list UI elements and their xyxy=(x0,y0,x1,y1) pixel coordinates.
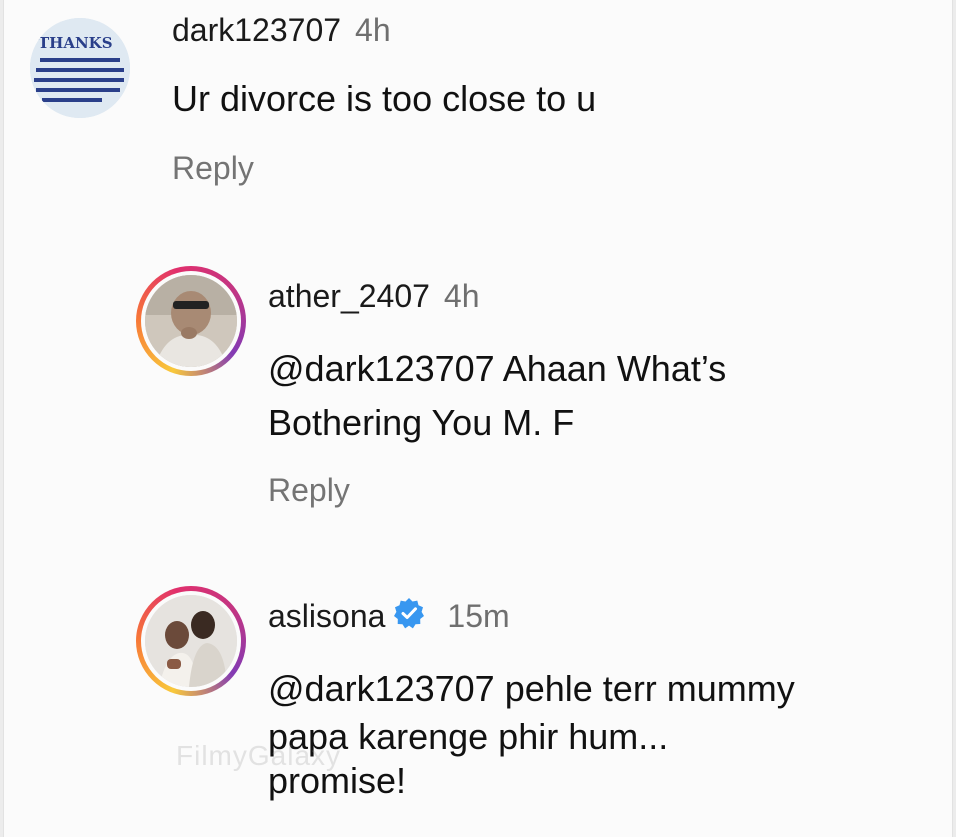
reply-button[interactable]: Reply xyxy=(172,150,254,187)
comment-text: @dark123707 Ahaan What’s Bothering You M… xyxy=(268,342,726,450)
profile-photo-couple-avatar xyxy=(145,595,237,687)
comment-text-line: Ur divorce is too close to u xyxy=(172,78,597,119)
username-text[interactable]: dark123707 xyxy=(172,12,341,48)
comments-panel: THANKS dark123707 4h Ur divorce is too cl… xyxy=(4,0,952,837)
comment-username[interactable]: ather_2407 4h xyxy=(268,278,480,315)
comment-time: 15m xyxy=(447,598,510,634)
couple-photo-icon xyxy=(145,595,237,687)
username-text[interactable]: aslisona xyxy=(268,598,385,634)
story-ring[interactable] xyxy=(136,266,246,376)
comment-time: 4h xyxy=(443,278,480,314)
comment-text: @dark123707 pehle terr mummy papa kareng… xyxy=(268,662,795,808)
comment-text-line: @dark123707 pehle terr mummy xyxy=(268,668,795,709)
username-text[interactable]: ather_2407 xyxy=(268,278,430,314)
comment-text: Ur divorce is too close to u xyxy=(172,72,596,126)
verified-badge-icon xyxy=(393,597,425,637)
profile-photo-man-avatar xyxy=(145,275,237,367)
comment-text-line: @dark123707 Ahaan What’s xyxy=(268,348,727,389)
comment-username[interactable]: dark123707 4h xyxy=(172,12,391,49)
comment-time: 4h xyxy=(355,12,391,48)
comment-text-line: Bothering You M. F xyxy=(268,402,575,443)
person-photo-icon xyxy=(145,275,237,367)
story-ring[interactable] xyxy=(136,586,246,696)
avatar-thanks-text: THANKS xyxy=(38,34,113,52)
thanks-note-avatar[interactable]: THANKS xyxy=(30,18,130,118)
comment-username[interactable]: aslisona 15m xyxy=(268,597,510,637)
thanks-note-icon: THANKS xyxy=(30,18,130,118)
reply-button[interactable]: Reply xyxy=(268,472,350,509)
